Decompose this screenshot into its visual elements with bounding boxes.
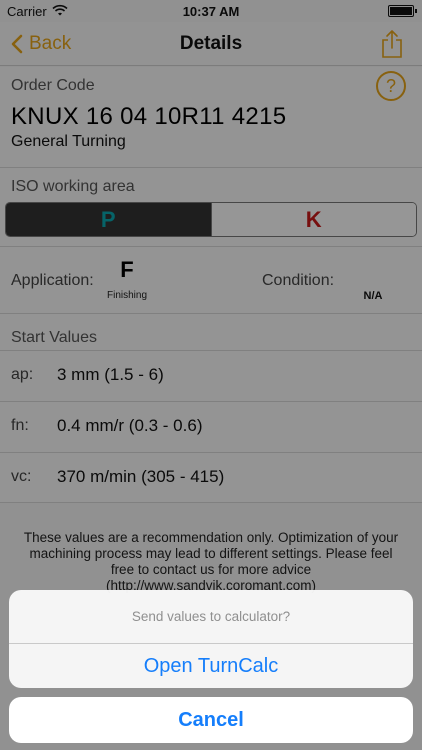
cancel-button[interactable]: Cancel [9, 697, 413, 743]
action-sheet: Send values to calculator? Open TurnCalc [9, 590, 413, 688]
open-turncalc-button[interactable]: Open TurnCalc [9, 644, 413, 688]
action-sheet-title: Send values to calculator? [9, 590, 413, 644]
